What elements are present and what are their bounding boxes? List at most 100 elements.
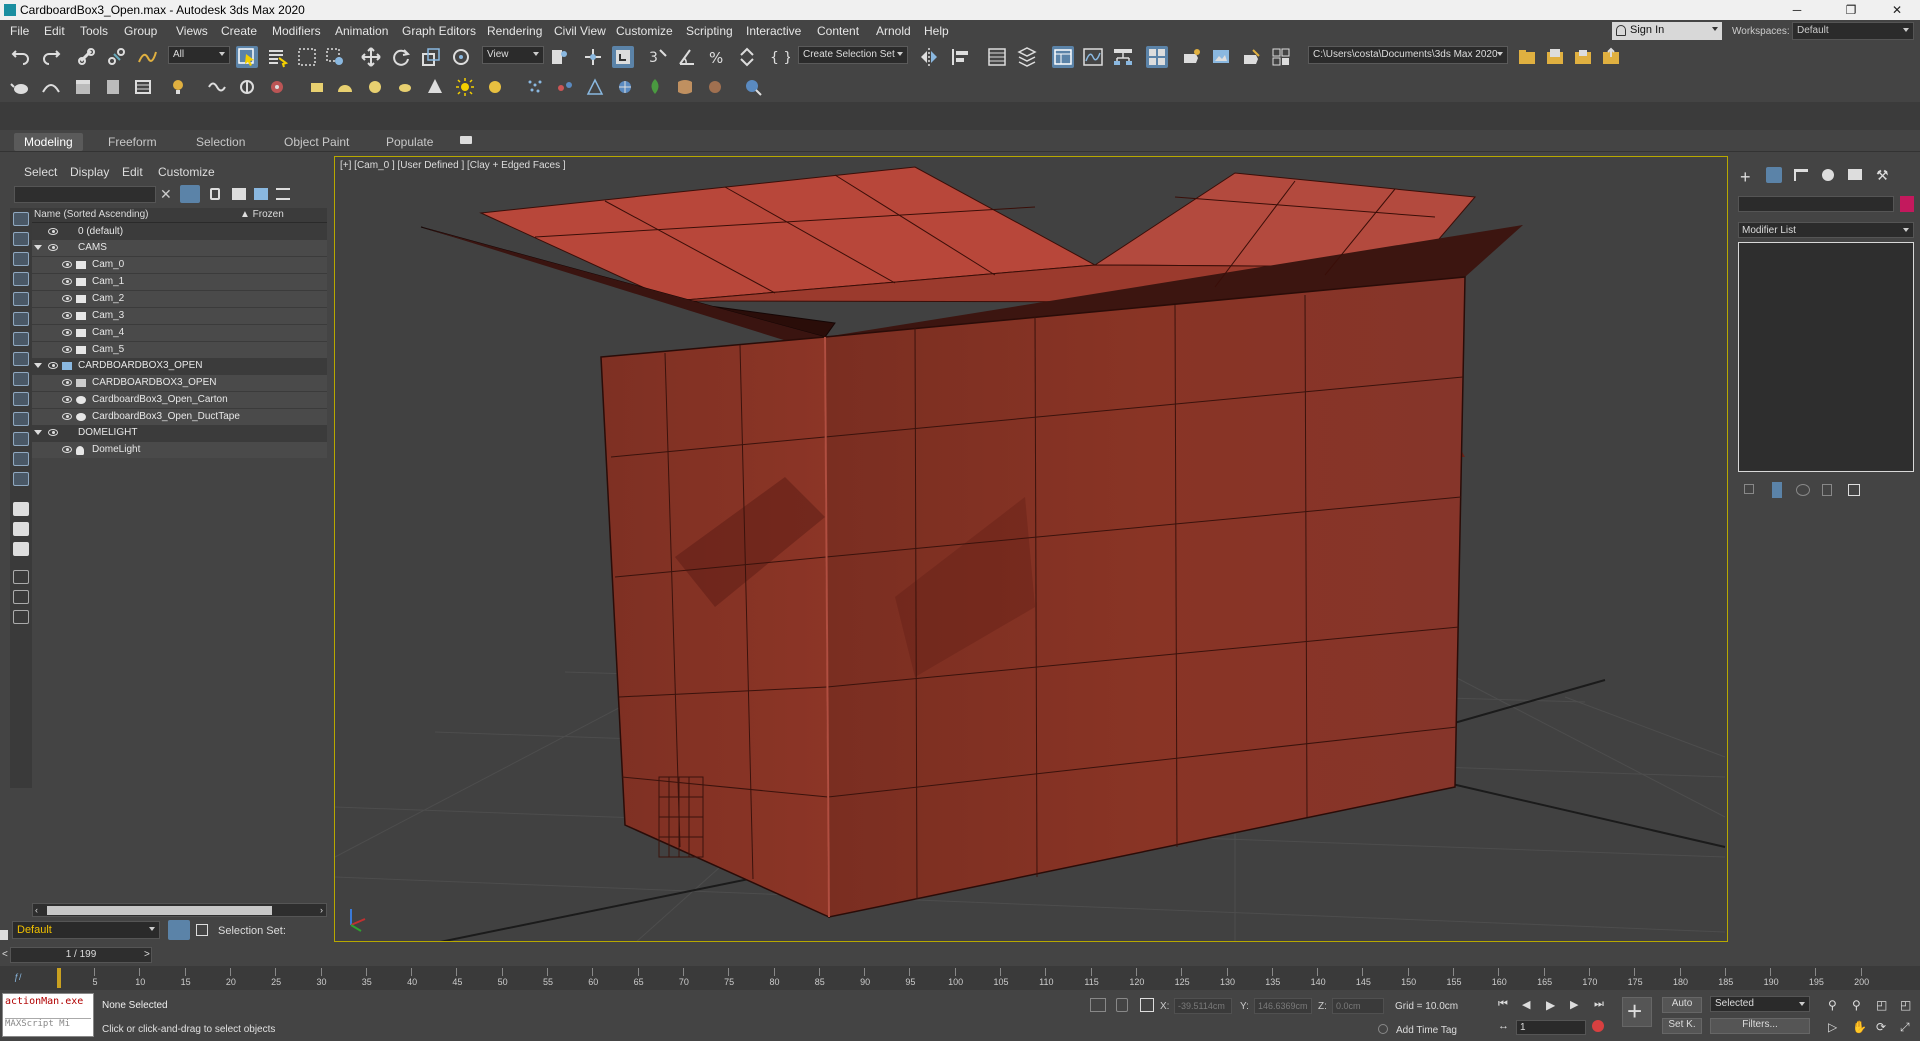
tab-selection[interactable]: Selection [186,133,255,151]
visibility-eye-icon[interactable] [62,396,72,403]
project-folder-dropdown[interactable]: C:\Users\costa\Documents\3ds Max 2020 [1308,46,1508,64]
menu-arnold[interactable]: Arnold [876,24,911,38]
pan-icon[interactable]: ✋ [1852,1020,1867,1034]
tab-populate[interactable]: Populate [376,133,443,151]
column-frozen-header[interactable]: ▲ Frozen [240,209,284,220]
add-layer-icon[interactable] [232,188,246,200]
tab-modeling[interactable]: Modeling [14,133,83,151]
toggle-layer-explorer-icon[interactable] [1016,46,1038,68]
minimize-button[interactable]: ─ [1774,0,1820,20]
menu-content[interactable]: Content [817,24,859,38]
curve-editor-icon[interactable] [1082,46,1104,68]
spinner-snap-icon[interactable] [736,46,758,68]
scene-menu-customize[interactable]: Customize [158,165,215,179]
menu-create[interactable]: Create [221,24,257,38]
go-to-end-icon[interactable]: ⏭ [1594,998,1610,1012]
tab-object-paint[interactable]: Object Paint [274,133,359,151]
modifier-list-dropdown[interactable]: Modifier List [1738,222,1914,238]
sign-in-dropdown[interactable]: Sign In [1612,22,1722,40]
save-folder-icon[interactable] [1572,46,1594,68]
tree-row[interactable]: CARDBOARDBOX3_OPEN [32,358,327,374]
menu-group[interactable]: Group [124,24,157,38]
panel-grip-icon[interactable] [0,930,8,940]
angle-snap-icon[interactable] [676,46,698,68]
zoom-all-icon[interactable]: ⚲ [1852,998,1861,1012]
remove-modifier-icon[interactable] [1822,484,1832,496]
window-crossing-icon[interactable] [324,46,346,68]
zoom-icon[interactable]: ⚲ [1828,998,1837,1012]
display-influences-icon[interactable] [13,522,29,536]
material-editor-icon[interactable] [1146,46,1168,68]
menu-scripting[interactable]: Scripting [686,24,733,38]
bones-icon[interactable] [584,76,606,98]
collapse-arrow-icon[interactable] [34,430,42,435]
tree-row[interactable]: DOMELIGHT [32,425,327,441]
bind-space-warp-icon[interactable] [136,46,158,68]
zoom-extents-icon[interactable]: ◰ [1876,998,1887,1012]
tree-row[interactable]: Cam_0 [32,257,327,273]
display-bones-icon[interactable] [13,392,29,406]
menu-customize[interactable]: Customize [616,24,673,38]
column-name-header[interactable]: Name (Sorted Ascending) [34,209,149,220]
open-folder-icon[interactable] [1544,46,1566,68]
tree-row[interactable]: Cam_2 [32,291,327,307]
time-slider-next-icon[interactable]: > [144,949,150,960]
modify-tab-icon[interactable] [1766,167,1782,183]
visibility-eye-icon[interactable] [62,295,72,302]
absolute-mode-icon[interactable] [1140,998,1154,1012]
percent-snap-icon[interactable]: % [706,46,728,68]
hierarchy-icon[interactable] [276,188,290,200]
menu-civil-view[interactable]: Civil View [554,24,606,38]
object-name-field[interactable] [1738,196,1894,212]
project-folder-icon[interactable] [1516,46,1538,68]
hair-icon[interactable] [704,76,726,98]
lock-selection-icon[interactable] [13,610,29,624]
teapot-primitive-icon[interactable] [394,76,416,98]
ribbon-options-icon[interactable] [460,136,472,144]
time-tag-icon[interactable] [1378,1024,1388,1034]
snaps-toggle-icon[interactable]: 3 [646,46,668,68]
spacewarp-icon[interactable] [206,76,228,98]
keyboard-shortcut-override-icon[interactable] [612,46,634,68]
arnold-render-icon[interactable] [742,76,764,98]
cone-icon[interactable] [424,76,446,98]
menu-modifiers[interactable]: Modifiers [272,24,321,38]
display-helpers-icon[interactable] [13,312,29,326]
x-coordinate-field[interactable]: -39.5114cm [1174,998,1232,1014]
motion-tab-icon[interactable] [1822,169,1834,181]
make-unique-icon[interactable] [1796,484,1810,496]
unlink-icon[interactable] [106,46,128,68]
filter-funnel-icon[interactable] [13,590,29,604]
viewport[interactable] [334,156,1728,942]
select-object-icon[interactable] [236,46,258,68]
curve-editor-mini-icon[interactable]: ƒ/ [14,972,22,982]
move-icon[interactable] [360,46,382,68]
foliage-icon[interactable] [644,76,666,98]
menu-views[interactable]: Views [176,24,208,38]
configure-modifier-sets-icon[interactable] [1848,484,1860,496]
scroll-right-icon[interactable]: › [320,905,323,915]
visibility-eye-icon[interactable] [62,379,72,386]
restore-button[interactable]: ❐ [1828,0,1874,20]
z-coordinate-field[interactable]: 0.0cm [1332,998,1384,1014]
tree-row[interactable]: Cam_1 [32,274,327,290]
rotate-icon[interactable] [390,46,412,68]
collapse-arrow-icon[interactable] [34,363,42,368]
teapot-icon[interactable] [10,76,32,98]
menu-interactive[interactable]: Interactive [746,24,801,38]
dome-light-icon[interactable] [484,76,506,98]
create-tab-icon[interactable]: + [1740,167,1751,188]
edit-named-selection-icon[interactable]: { } [768,46,792,68]
light-icon[interactable] [168,76,190,98]
menu-edit[interactable]: Edit [44,24,65,38]
display-xrefs-icon[interactable] [13,372,29,386]
menu-graph-editors[interactable]: Graph Editors [402,24,476,38]
time-configuration-icon[interactable] [1592,1020,1604,1032]
tree-row[interactable]: Cam_5 [32,342,327,358]
layer-explorer-toggle-icon[interactable] [168,920,190,940]
lock-icon[interactable] [210,188,220,200]
clear-search-icon[interactable]: ✕ [160,186,172,203]
display-groups-icon[interactable] [13,352,29,366]
render-in-cloud-icon[interactable] [1270,46,1292,68]
workspaces-dropdown[interactable]: Default [1792,22,1914,40]
